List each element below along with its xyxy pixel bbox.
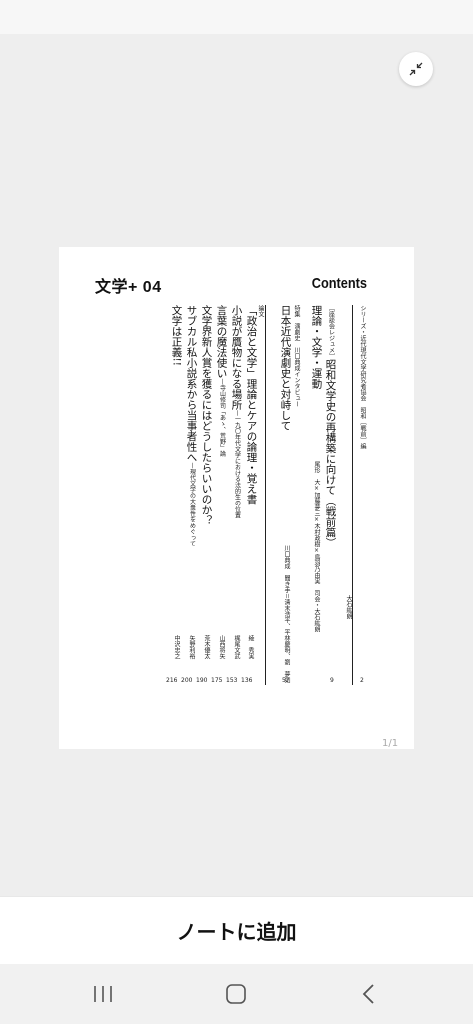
page-number: 190: [196, 677, 208, 684]
paper-1-author: 綾 秀実: [247, 635, 254, 659]
table-of-contents: シリーズ・近代現代文学研究者協会昭和［戦前］編 大石紘朗 ［座談会レジュメ］昭和…: [166, 305, 367, 695]
paper-1-title: 「政治と文学」理論とケアの論理・覚え書: [245, 305, 258, 505]
shrink-button[interactable]: [399, 52, 433, 86]
back-button[interactable]: [356, 982, 382, 1006]
shrink-arrows-icon: [409, 62, 423, 76]
paper-3-author: 山西将矢: [218, 635, 225, 659]
paper-4-title: 文学界新人賞を獲るにはどうしたらいいのか？: [200, 305, 213, 526]
paper-6-author: 中沢忠之: [173, 635, 180, 659]
section-label-ronbun: 論文: [257, 305, 264, 317]
series-line: シリーズ・近代現代文学研究者協会昭和［戦前］編: [359, 305, 366, 449]
page-number: 200: [181, 677, 193, 684]
status-bar: [0, 0, 473, 34]
entry-theory-authors: 尾形 大×加藤夢三×木村政樹×鳥羽乃由実 司会・大石紘朗: [313, 461, 320, 632]
contents-heading: Contents: [311, 275, 367, 292]
paper-2-title: 小説が贋物になる場所—一九〇年代文学における法的生の位置: [230, 305, 243, 518]
entry-theory: 理論・文学・運動: [310, 305, 323, 389]
page-number: 216: [166, 677, 178, 684]
feature-label: 特集 演劇史 川口典成インタビュー: [293, 305, 300, 407]
page-number: 175: [211, 677, 223, 684]
entry-theatre-authors: 川口典成 聞き手＝清末浩平、平林慶明、劉 夢如: [283, 545, 290, 684]
divider-line: [265, 305, 266, 685]
entry-theatre: 日本近代演劇史と対峙して: [279, 305, 292, 431]
paper-3-title: 言葉の魔法使い—寺山修司「あゝ、荒野」論: [215, 305, 228, 457]
home-button[interactable]: [223, 982, 249, 1006]
paper-5-title: サブカル私小説系から当事者性へ—現代文学の大衆性をめぐって: [185, 305, 198, 547]
recent-apps-icon: [94, 986, 112, 1002]
add-to-note-button[interactable]: ノートに追加: [177, 916, 297, 945]
paper-6-title: 文学は正義!!: [170, 305, 183, 366]
paper-2-author: 梶尾文武: [233, 635, 240, 659]
back-icon: [362, 984, 374, 1004]
series-editor: 大石紘朗: [345, 595, 352, 619]
page-number: 136: [241, 677, 253, 684]
system-navigation-bar: [0, 964, 473, 1024]
divider-line: [352, 305, 353, 685]
home-icon: [226, 984, 246, 1004]
recent-apps-button[interactable]: [90, 982, 116, 1006]
page-number: 153: [226, 677, 238, 684]
document-page[interactable]: 文学+ 04 Contents シリーズ・近代現代文学研究者協会昭和［戦前］編 …: [59, 247, 414, 749]
magazine-title: 文学+ 04: [95, 279, 162, 296]
page-indicator: 1/1: [382, 738, 399, 749]
bottom-action-bar: ノートに追加: [0, 896, 473, 964]
paper-4-author: 荒木優太: [203, 635, 210, 659]
paper-5-author: 矢野利裕: [188, 635, 195, 659]
page-number: 9: [330, 677, 334, 684]
entry-zadankai: ［座談会レジュメ］昭和文学史の再構築に向けて（戦前篇）: [324, 305, 337, 548]
page-number: 57: [282, 677, 290, 684]
page-number: 2: [360, 677, 364, 684]
